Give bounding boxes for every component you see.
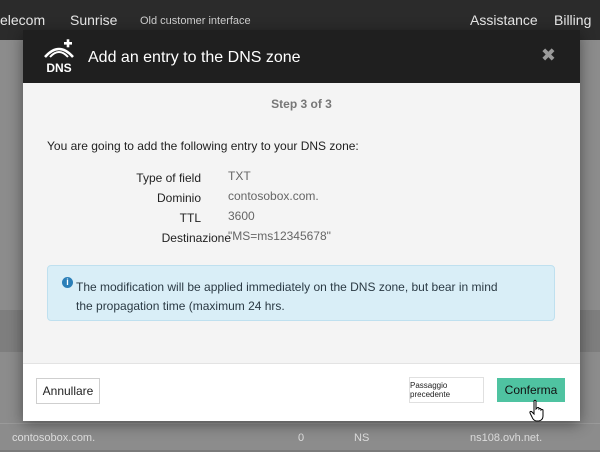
cancel-button[interactable]: Annullare (36, 378, 100, 404)
dns-add-entry-dialog: DNS Add an entry to the DNS zone ✖ Step … (23, 30, 580, 421)
step-indicator: Step 3 of 3 (271, 97, 332, 111)
close-icon[interactable]: ✖ (541, 46, 556, 64)
dialog-footer: Annullare Passaggio precedente Conferma (23, 363, 580, 421)
info-alert: i The modification will be applied immed… (47, 265, 555, 321)
svg-text:DNS: DNS (46, 61, 71, 75)
brand-label: elecom (0, 12, 46, 28)
row-type: NS (354, 432, 370, 444)
field-value-destination: "MS=ms12345678" (228, 229, 331, 243)
field-value-domain: contosobox.com. (228, 189, 319, 203)
nav-sunrise[interactable]: Sunrise (70, 12, 117, 28)
info-text: The modification will be applied immedia… (76, 280, 498, 313)
field-label-destination: Destinazione (161, 231, 231, 245)
dialog-body: Step 3 of 3 You are going to add the fol… (23, 83, 580, 363)
hand-cursor-icon (529, 399, 544, 422)
nav-old-interface[interactable]: Old customer interface (140, 15, 251, 27)
field-label-domain: Dominio (156, 191, 201, 205)
field-label-ttl: TTL (179, 211, 201, 225)
table-row: contosobox.com. 0 NS ns108.ovh.net. (0, 423, 600, 452)
field-value-ttl: 3600 (228, 209, 255, 223)
dialog-title: Add an entry to the DNS zone (88, 49, 301, 66)
nav-billing[interactable]: Billing (554, 12, 591, 28)
previous-step-button[interactable]: Passaggio precedente (409, 377, 484, 403)
intro-text: You are going to add the following entry… (47, 139, 359, 153)
info-icon: i (62, 277, 73, 288)
field-value-type: TXT (228, 169, 251, 183)
dns-logo-icon: DNS (44, 39, 74, 75)
nav-assistance[interactable]: Assistance (470, 12, 538, 28)
dialog-header: DNS Add an entry to the DNS zone ✖ (23, 30, 580, 83)
row-target: ns108.ovh.net. (470, 432, 543, 444)
field-label-type: Type of field (136, 171, 201, 185)
row-name: contosobox.com. (12, 432, 96, 444)
row-ttl: 0 (298, 432, 305, 444)
